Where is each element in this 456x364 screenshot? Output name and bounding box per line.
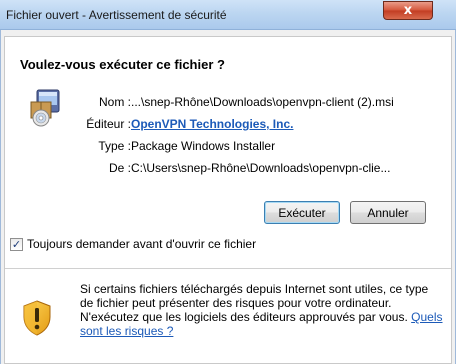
- warning-message: Si certains fichiers téléchargés depuis …: [80, 282, 450, 338]
- checkmark-icon: ✓: [11, 238, 22, 251]
- name-label: Nom :: [98, 95, 131, 109]
- title-bar[interactable]: Fichier ouvert - Avertissement de sécuri…: [0, 0, 456, 30]
- window-title: Fichier ouvert - Avertissement de sécuri…: [6, 8, 227, 22]
- publisher-link[interactable]: OpenVPN Technologies, Inc.: [131, 117, 293, 131]
- cancel-button[interactable]: Annuler: [350, 201, 426, 224]
- risks-link[interactable]: Quels: [411, 310, 442, 324]
- close-icon: x: [403, 3, 413, 18]
- warning-line: N'exécutez que les logiciels des éditeur…: [80, 310, 450, 324]
- file-name-value: ...\snep-Rhône\Downloads\openvpn-client …: [131, 95, 394, 109]
- dialog-heading: Voulez-vous exécuter ce fichier ?: [20, 57, 225, 72]
- run-button[interactable]: Exécuter: [264, 201, 340, 224]
- type-label: Type :: [98, 139, 131, 153]
- warning-line: Si certains fichiers téléchargés depuis …: [80, 282, 429, 296]
- file-type-value: Package Windows Installer: [131, 139, 276, 153]
- source-path-value: C:\Users\snep-Rhône\Downloads\openvpn-cl…: [131, 161, 391, 175]
- security-shield-icon: [23, 300, 51, 336]
- source-label: De :: [108, 161, 131, 175]
- always-ask-checkbox[interactable]: ✓: [10, 238, 23, 251]
- warning-line: sont les risques ?: [80, 324, 450, 338]
- warning-line-text: N'exécutez que les logiciels des éditeur…: [80, 310, 408, 324]
- risks-link-continued[interactable]: sont les risques ?: [80, 324, 173, 338]
- publisher-label: Éditeur :: [86, 117, 131, 131]
- close-button[interactable]: x: [383, 1, 433, 20]
- warning-line: de fichier peut présenter des risques po…: [80, 296, 392, 310]
- always-ask-label[interactable]: Toujours demander avant d'ouvrir ce fich…: [27, 237, 256, 251]
